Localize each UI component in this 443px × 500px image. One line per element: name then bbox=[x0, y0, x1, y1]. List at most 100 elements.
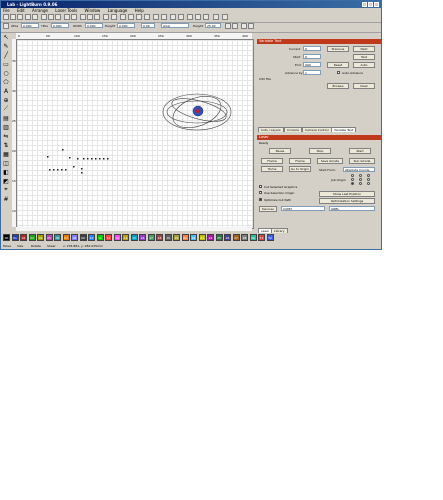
group-icon[interactable] bbox=[153, 14, 159, 20]
browse-button[interactable]: Browse bbox=[327, 83, 349, 89]
ungroup-icon[interactable] bbox=[161, 14, 167, 20]
status-shear[interactable]: Shear bbox=[47, 243, 56, 249]
ypos-field[interactable]: 0.000 bbox=[51, 23, 69, 28]
maximize-icon[interactable] bbox=[368, 2, 373, 7]
current-field[interactable]: 0 bbox=[303, 46, 321, 51]
tab-camera-control[interactable]: Camera Control bbox=[302, 127, 332, 132]
width-field[interactable]: 0.000 bbox=[85, 23, 103, 28]
bold-icon[interactable] bbox=[225, 23, 231, 29]
align-center-icon[interactable] bbox=[248, 23, 254, 29]
weld-icon[interactable] bbox=[178, 14, 184, 20]
palette-swatch[interactable]: T2 bbox=[266, 234, 274, 241]
palette-swatch[interactable]: 05 bbox=[45, 234, 53, 241]
italic-icon[interactable] bbox=[232, 23, 238, 29]
select-icon[interactable]: ↖ bbox=[2, 33, 10, 41]
selection-text-marks[interactable] bbox=[47, 149, 109, 174]
origin-radio-mc[interactable] bbox=[359, 178, 362, 181]
palette-swatch[interactable]: 10 bbox=[88, 234, 95, 241]
trace-icon[interactable] bbox=[111, 14, 117, 20]
gear-icon[interactable] bbox=[195, 14, 201, 20]
auto-advance-checkbox[interactable] bbox=[337, 71, 340, 74]
palette-swatch[interactable]: 08 bbox=[71, 234, 78, 241]
palette-swatch[interactable]: 03 bbox=[28, 234, 36, 241]
pan-icon[interactable] bbox=[103, 14, 109, 20]
frame-icon[interactable] bbox=[136, 14, 142, 20]
palette-swatch[interactable]: 29 bbox=[249, 234, 257, 241]
cut-selected-checkbox[interactable] bbox=[259, 185, 262, 188]
palette-swatch[interactable]: 21 bbox=[181, 234, 189, 241]
minimize-icon[interactable] bbox=[362, 2, 367, 7]
help-icon[interactable] bbox=[222, 14, 228, 20]
start-from-select[interactable]: Absolute Coords bbox=[343, 167, 375, 172]
palette-swatch[interactable]: 23 bbox=[198, 234, 206, 241]
palette-swatch[interactable]: 20 bbox=[173, 234, 180, 241]
port-select[interactable]: COM3 bbox=[281, 206, 325, 211]
frame-alt-button[interactable]: Frame bbox=[289, 158, 311, 164]
align-left-icon[interactable] bbox=[241, 23, 247, 29]
stop-button[interactable]: Stop bbox=[309, 148, 331, 154]
origin-radio-ml[interactable] bbox=[351, 178, 354, 181]
snap-icon[interactable]: ⌖ bbox=[2, 186, 10, 194]
use-selection-origin-checkbox[interactable] bbox=[259, 191, 262, 194]
ellipse-icon[interactable]: ○ bbox=[2, 69, 10, 77]
save-icon[interactable] bbox=[17, 14, 23, 20]
palette-swatch[interactable]: 26 bbox=[224, 234, 231, 241]
palette-swatch[interactable]: 19 bbox=[164, 234, 172, 241]
device-icon[interactable] bbox=[203, 14, 209, 20]
auto-button[interactable]: Auto bbox=[353, 62, 375, 68]
redo-icon[interactable] bbox=[71, 14, 77, 20]
text-icon[interactable]: A bbox=[2, 87, 10, 95]
boolean-icon[interactable] bbox=[170, 14, 176, 20]
shape-icon[interactable] bbox=[144, 14, 150, 20]
palette-swatch[interactable]: 00 bbox=[3, 234, 10, 241]
flip-icon[interactable]: ⇋ bbox=[2, 132, 10, 140]
zoom-out-icon[interactable] bbox=[87, 14, 93, 20]
font-height-field[interactable]: 25.00 bbox=[205, 23, 221, 28]
palette-swatch[interactable]: 17 bbox=[147, 234, 155, 241]
cut-icon[interactable] bbox=[41, 14, 47, 20]
zoom-fit-icon[interactable] bbox=[94, 14, 100, 20]
end-field[interactable]: 999 bbox=[303, 62, 321, 67]
distribute-icon[interactable]: ▥ bbox=[2, 123, 10, 131]
camera-icon[interactable] bbox=[128, 14, 134, 20]
grid-icon[interactable]: # bbox=[2, 195, 10, 203]
palette-swatch[interactable]: 14 bbox=[122, 234, 129, 241]
settings-icon[interactable] bbox=[120, 14, 126, 20]
undo-icon[interactable] bbox=[64, 14, 70, 20]
previous-button[interactable]: Previous bbox=[327, 46, 349, 52]
origin-radio-bc[interactable] bbox=[359, 182, 362, 185]
tab-cuts-layers[interactable]: Cuts / Layers bbox=[258, 127, 284, 132]
weld-tool-icon[interactable]: ◧ bbox=[2, 168, 10, 176]
import-icon[interactable] bbox=[25, 14, 31, 20]
folder-icon[interactable] bbox=[10, 14, 16, 20]
palette-swatch[interactable]: T1 bbox=[258, 234, 265, 241]
position-icon[interactable]: ⊕ bbox=[2, 96, 10, 104]
offset-icon[interactable]: ◫ bbox=[2, 159, 10, 167]
palette-swatch[interactable]: 09 bbox=[79, 234, 87, 241]
test-button[interactable]: Test bbox=[353, 54, 375, 60]
palette-swatch[interactable]: 24 bbox=[207, 234, 214, 241]
show-last-position-button[interactable]: Show Last Position bbox=[319, 191, 375, 197]
clear-button[interactable]: Clear bbox=[353, 83, 375, 89]
paste-icon[interactable] bbox=[55, 14, 61, 20]
origin-radio-tl[interactable] bbox=[351, 174, 354, 177]
palette-swatch[interactable]: 11 bbox=[96, 234, 104, 241]
lock-icon[interactable] bbox=[3, 23, 9, 29]
palette-swatch[interactable]: 18 bbox=[156, 234, 163, 241]
run-gcode-button[interactable]: Run GCode bbox=[349, 158, 375, 164]
save-gcode-button[interactable]: Save GCode bbox=[317, 158, 343, 164]
font-select[interactable]: Arial bbox=[161, 23, 189, 28]
start-button[interactable]: Start bbox=[349, 148, 371, 154]
status-size[interactable]: Size bbox=[17, 243, 23, 249]
rotate-field[interactable]: 0.00 bbox=[141, 23, 155, 28]
status-rotate[interactable]: Rotate bbox=[31, 243, 41, 249]
laser-icon[interactable] bbox=[213, 14, 219, 20]
open-icon[interactable] bbox=[3, 14, 9, 20]
rectangle-icon[interactable]: ▭ bbox=[2, 60, 10, 68]
origin-radio-bl[interactable] bbox=[351, 182, 354, 185]
palette-swatch[interactable]: 28 bbox=[241, 234, 248, 241]
palette-swatch[interactable]: 01 bbox=[11, 234, 19, 241]
array-icon[interactable]: ▦ bbox=[2, 150, 10, 158]
frame-button[interactable]: Frame bbox=[261, 158, 283, 164]
palette-swatch[interactable]: 07 bbox=[62, 234, 70, 241]
